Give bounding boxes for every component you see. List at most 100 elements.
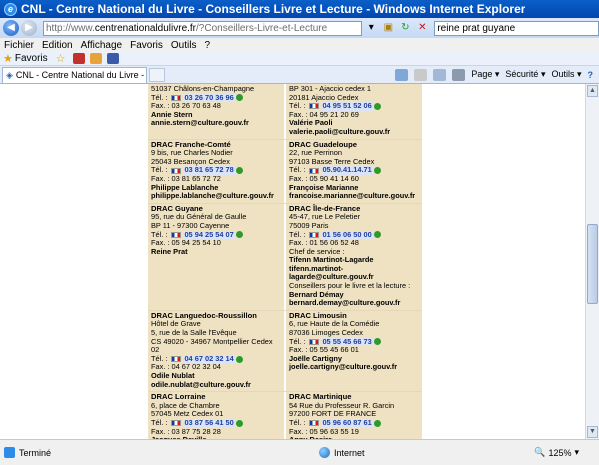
email-link[interactable]: joelle.cartigny@culture.gouv.fr [289,363,420,372]
menu-item-fichier[interactable]: Fichier [4,40,34,51]
contacts-table: 51037 Châlons-en-Champagne Tél. :03 26 70… [148,84,422,439]
flag-icon [171,356,182,363]
email-link[interactable]: odile.nublat@culture.gouv.fr [151,380,282,390]
table-row: DRAC Lorraine 6, place de Chambre 57045 Me… [148,392,422,439]
back-button[interactable]: ◀ [3,20,19,36]
scroll-down-icon[interactable]: ▼ [587,426,598,438]
email-link[interactable]: valerie.paoli@culture.gouv.fr [289,127,420,137]
lock-icon: ▣ [383,22,394,33]
table-row: DRAC Guyane 95, rue du Général de Gaulle B… [148,203,422,311]
status-text: Terminé [19,447,52,458]
menu-item-affichage[interactable]: Affichage [81,40,123,51]
contact-cell: BP 301 - Ajaccio cedex 1 20181 Ajaccio Ce… [285,84,422,139]
flag-icon [171,94,182,101]
xxl-favorite-icon[interactable] [106,53,119,64]
table-row: 51037 Châlons-en-Champagne Tél. :03 26 70… [148,84,422,140]
feeds-icon[interactable] [414,68,428,81]
call-icon[interactable] [235,355,243,363]
email-link[interactable]: francoise.marianne@culture.gouv.fr [289,192,420,201]
zoom-level: 125% [548,447,572,458]
table-row: DRAC Franche-Comté 9 bis, rue Charles Nod… [148,139,422,204]
zoom-control[interactable]: 🔍 125% ▾ [534,447,579,458]
zoom-dropdown-icon[interactable]: ▾ [574,447,579,458]
search-input[interactable]: reine prat guyane [434,20,599,36]
contact-cell: DRAC Franche-Comté 9 bis, rue Charles Nod… [148,139,285,203]
security-menu[interactable]: Sécurité ▾ [505,69,545,80]
email-link[interactable]: philippe.lablanche@culture.gouv.fr [151,192,282,201]
flag-icon [309,420,320,427]
url-domain: centrenationaldulivre.fr [94,22,197,34]
call-icon[interactable] [373,419,381,427]
email-link[interactable]: annie.stern@culture.gouv.fr [151,119,282,128]
call-icon[interactable] [373,167,381,175]
contact-cell: DRAC Languedoc-Roussillon Hôtel de Grave 5… [148,310,285,392]
flag-icon [309,231,320,238]
mail-icon[interactable] [433,68,447,81]
zone-label: Internet [334,447,365,458]
address-icons: ▾ ▣ ↻ ✕ [364,21,432,35]
call-icon[interactable] [235,231,243,239]
scroll-up-icon[interactable]: ▲ [587,85,598,97]
address-input[interactable]: http://www. centrenationaldulivre.fr /?C… [42,20,363,36]
tab-label: CNL - Centre National du Livre - C... [15,70,147,80]
home-icon[interactable] [395,68,409,81]
page-content: 51037 Châlons-en-Champagne Tél. :03 26 70… [0,84,585,439]
tab-row: ◈ CNL - Centre National du Livre - C... … [0,66,599,84]
window-title-bar: e CNL - Centre National du Livre - Conse… [0,0,599,18]
page-icon: ◈ [6,69,13,80]
add-favorite-icon[interactable]: ☆ [56,52,66,65]
help-menu[interactable]: ? [588,70,594,80]
flag-icon [309,167,320,174]
contact-cell: DRAC Lorraine 6, place de Chambre 57045 Me… [148,392,285,439]
print-icon[interactable] [452,68,466,81]
contact-cell: DRAC Limousin 6, rue Haute de la Comédie 8… [285,310,422,392]
call-icon[interactable] [373,102,381,110]
contact-name: bernard.demay@culture.gouv.fr [289,298,401,308]
vertical-scrollbar[interactable]: ▲ ▼ [585,84,599,439]
menu-bar: Fichier Edition Affichage Favoris Outils… [0,38,599,52]
contact-name: Reine Prat [151,246,188,256]
flag-icon [171,420,182,427]
stop-icon[interactable]: ✕ [415,21,429,35]
menu-item-favoris[interactable]: Favoris [130,40,163,51]
internet-explorer-icon: e [4,2,17,16]
call-icon[interactable] [235,167,243,175]
page-menu[interactable]: Page ▾ [471,69,499,80]
call-icon[interactable] [373,231,381,239]
dropdown-arrow-icon[interactable]: ▾ [364,21,378,35]
table-row: DRAC Languedoc-Roussillon Hôtel de Grave 5… [148,310,422,393]
flag-icon [309,103,320,110]
mail-favorite-icon[interactable] [89,53,102,64]
scroll-thumb[interactable] [587,224,598,304]
contact-cell: DRAC Guadeloupe 22, rue Perrinon 97103 Bas… [285,139,422,203]
globe-icon [319,447,331,458]
zoom-icon: 🔍 [534,447,546,457]
favorites-star-icon[interactable]: ★ [3,52,13,65]
menu-item-help[interactable]: ? [204,40,210,51]
tab-cnl[interactable]: ◈ CNL - Centre National du Livre - C... [2,66,147,83]
address-bar-row: ◀ ▶ http://www. centrenationaldulivre.fr… [0,18,599,38]
url-path: /?Conseillers-Livre-et-Lecture [196,22,328,34]
tools-menu[interactable]: Outils ▾ [551,69,581,80]
contact-cell: DRAC Martinique 54 Rue du Professeur R. G… [285,392,422,439]
window-title: CNL - Centre National du Livre - Conseil… [21,2,526,16]
call-icon[interactable] [235,419,243,427]
contact-cell: DRAC Guyane 95, rue du Général de Gaulle B… [148,203,285,310]
refresh-icon[interactable]: ↻ [398,21,412,35]
call-icon[interactable] [373,338,381,346]
call-icon[interactable] [235,94,243,102]
flag-icon [309,338,320,345]
contact-cell: DRAC Île-de-France 45-47, rue Le Peletier… [285,203,422,310]
menu-item-edition[interactable]: Edition [42,40,73,51]
security-zone[interactable]: Internet [319,447,365,458]
new-tab-button[interactable] [149,67,165,82]
command-bar: Page ▾ Sécurité ▾ Outils ▾ ? [395,68,599,81]
status-bar: Terminé Internet 🔍 125% ▾ [0,439,599,465]
youtube-favorite-icon[interactable] [72,53,85,64]
menu-item-outils[interactable]: Outils [171,40,197,51]
url-prefix: http://www. [45,22,95,34]
favorites-bar: ★ Favoris ☆ [0,52,599,66]
favorites-button[interactable]: Favoris [15,53,48,64]
forward-button[interactable]: ▶ [20,20,37,36]
flag-icon [171,167,182,174]
